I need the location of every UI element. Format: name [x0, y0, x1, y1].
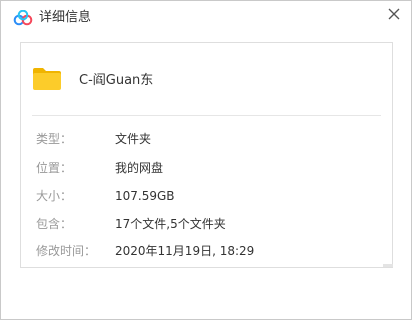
folder-name: C-阎Guan东 — [79, 73, 154, 88]
folder-icon — [33, 68, 61, 90]
baidu-netdisk-logo-icon — [13, 10, 33, 26]
close-icon[interactable] — [385, 5, 403, 23]
contents-value: 17个文件,5个文件夹 — [115, 217, 226, 231]
location-value: 我的网盘 — [115, 161, 164, 175]
size-label: 大小： — [36, 189, 73, 203]
details-panel: C-阎Guan东 类型： 文件夹 位置： 我的网盘 大小： 107.59GB 包… — [20, 42, 393, 268]
contents-label: 包含： — [36, 217, 73, 231]
detail-row-size: 大小： 107.59GB — [36, 187, 376, 205]
modified-label: 修改时间： — [36, 244, 97, 258]
type-value: 文件夹 — [115, 132, 152, 146]
divider — [32, 115, 381, 116]
location-label: 位置： — [36, 161, 73, 175]
resize-grip-icon[interactable] — [383, 264, 393, 267]
size-value: 107.59GB — [115, 189, 175, 203]
dialog-title: 详细信息 — [39, 10, 92, 25]
detail-row-location: 位置： 我的网盘 — [36, 159, 376, 177]
dialog-titlebar[interactable]: 详细信息 — [1, 1, 411, 35]
type-label: 类型： — [36, 132, 73, 146]
detail-row-type: 类型： 文件夹 — [36, 130, 376, 148]
details-dialog: 详细信息 C-阎Guan东 类型： 文件夹 位置： 我的网盘 大小： 107.5… — [0, 0, 412, 320]
modified-value: 2020年11月19日, 18:29 — [115, 244, 255, 258]
detail-row-contents: 包含： 17个文件,5个文件夹 — [36, 215, 376, 233]
detail-row-modified: 修改时间： 2020年11月19日, 18:29 — [36, 242, 376, 260]
